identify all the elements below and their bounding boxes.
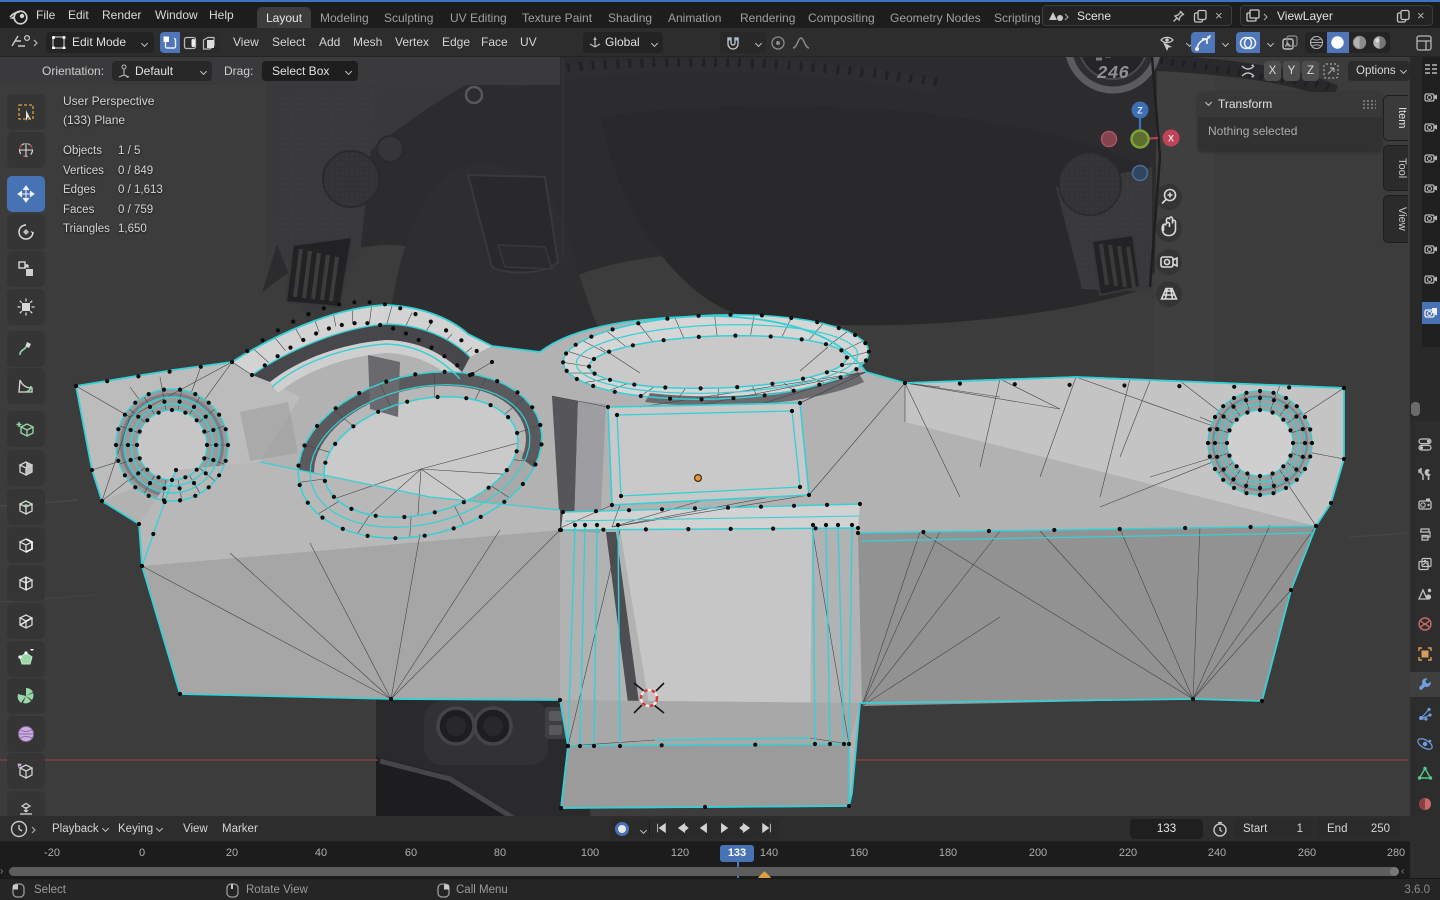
svg-text:246: 246 xyxy=(1097,64,1130,84)
svg-text:Z: Z xyxy=(1137,106,1143,116)
svg-text:X: X xyxy=(1168,134,1174,144)
